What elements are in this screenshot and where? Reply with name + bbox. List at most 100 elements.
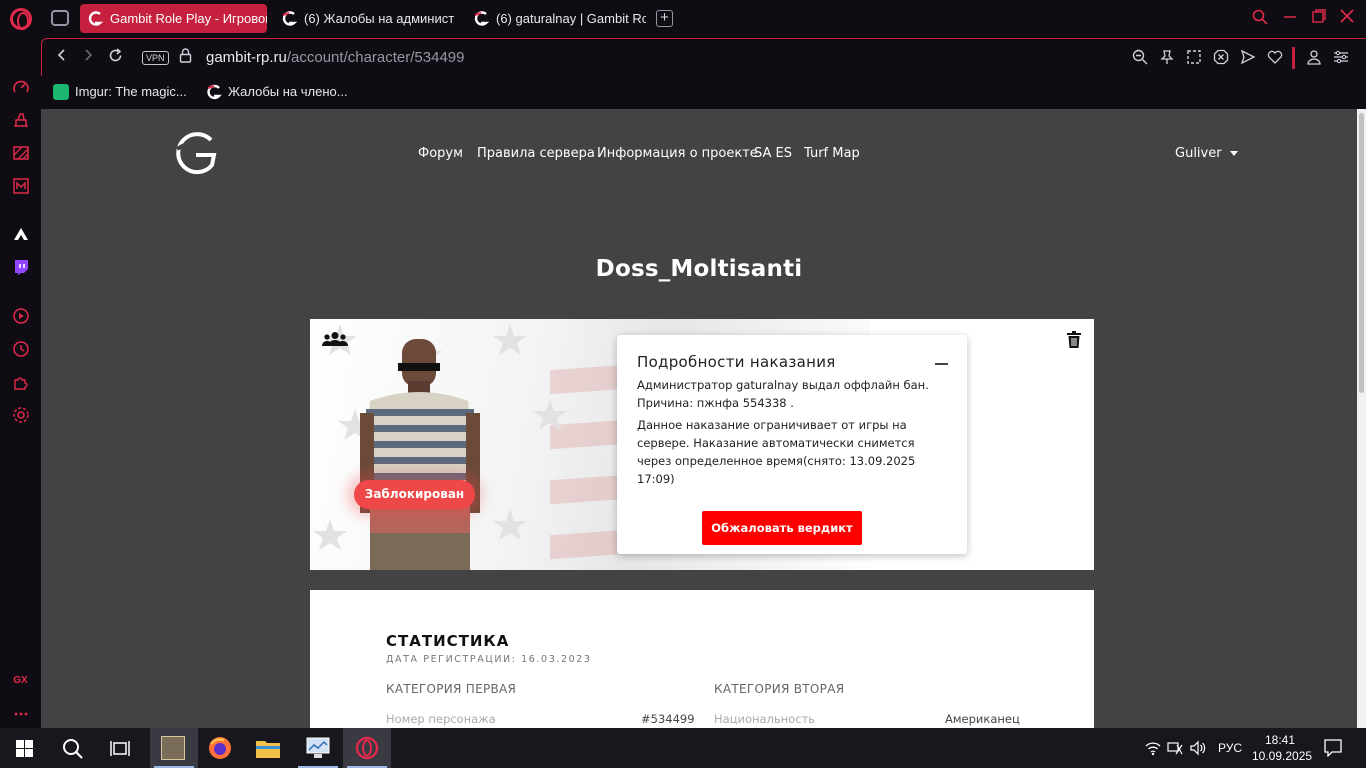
bookmark-label: Жалобы на члено... — [228, 84, 348, 99]
bookmarks-bar: Imgur: The magic... Жалобы на члено... — [41, 76, 1366, 109]
nav-server-rules[interactable]: Правила сервера — [477, 146, 595, 162]
file-explorer-icon[interactable] — [244, 728, 292, 768]
bookmark-label: Imgur: The magic... — [75, 84, 187, 99]
character-name: Doss_Moltisanti — [595, 256, 803, 282]
gambit-favicon-icon — [282, 11, 297, 26]
registration-date: ДАТА РЕГИСТРАЦИИ: 16.03.2023 — [386, 654, 592, 665]
forward-arrow-icon[interactable] — [78, 48, 98, 68]
adblock-icon[interactable] — [1212, 49, 1230, 67]
samp-game-icon[interactable] — [150, 728, 198, 768]
player-icon[interactable] — [11, 307, 30, 326]
character-card: Заблокирован Подробности наказания Админ… — [310, 319, 1094, 570]
page-content: Форум Правила сервера Информация о проек… — [41, 109, 1357, 728]
search-tabs-icon[interactable] — [1251, 9, 1269, 27]
devices-icon[interactable] — [1167, 740, 1183, 761]
category-first-heading: КАТЕГОРИЯ ПЕРВАЯ — [386, 682, 517, 696]
network-icon[interactable] — [1145, 740, 1161, 761]
imgur-icon — [53, 84, 69, 100]
gambit-favicon-icon — [88, 11, 103, 26]
group-users-icon — [322, 331, 348, 352]
statistics-card: СТАТИСТИКА ДАТА РЕГИСТРАЦИИ: 16.03.2023 … — [310, 590, 1094, 728]
user-menu[interactable]: Guliver — [1175, 146, 1238, 161]
status-badge: Заблокирован — [354, 480, 475, 509]
firefox-icon[interactable] — [196, 728, 244, 768]
tab-title: (6) Жалобы на админист — [304, 11, 454, 26]
tab-gambit-role-play[interactable]: Gambit Role Play - Игровой — [80, 4, 267, 33]
settings-gear-icon[interactable] — [11, 406, 30, 425]
trash-icon[interactable] — [1067, 331, 1081, 353]
close-window-button[interactable] — [1338, 9, 1356, 27]
opera-gx-taskbar-icon[interactable] — [343, 728, 391, 768]
gambit-favicon-icon — [474, 11, 489, 26]
username: Guliver — [1175, 146, 1222, 161]
gx-control-icon[interactable] — [11, 144, 30, 163]
send-icon[interactable] — [1239, 49, 1257, 67]
stats-title: СТАТИСТИКА — [386, 632, 510, 650]
system-clock[interactable]: 18:41 10.09.2025 — [1252, 732, 1313, 764]
punishment-admin-line: Администратор gaturalnay выдал оффлайн б… — [637, 378, 929, 392]
stat-value: #534499 — [641, 712, 695, 726]
notifications-icon[interactable] — [1324, 739, 1342, 762]
messenger-m-icon[interactable] — [11, 177, 30, 196]
input-language[interactable]: РУС — [1218, 740, 1242, 756]
reload-icon[interactable] — [105, 48, 125, 68]
nav-forum[interactable]: Форум — [418, 146, 463, 162]
search-icon[interactable] — [48, 728, 96, 768]
opera-menu-icon[interactable] — [10, 8, 32, 30]
minimize-button[interactable] — [1281, 9, 1299, 27]
easy-setup-icon[interactable] — [1332, 49, 1350, 67]
pin-icon[interactable] — [1158, 49, 1176, 67]
aria-ai-icon[interactable] — [11, 225, 30, 244]
more-dots-icon[interactable] — [11, 704, 30, 723]
twitch-icon[interactable] — [11, 258, 30, 277]
toolbar-divider — [1292, 47, 1295, 69]
gx-corner-icon[interactable] — [11, 111, 30, 130]
gambit-logo-icon[interactable] — [172, 131, 218, 175]
stat-key: Номер персонажа — [386, 712, 496, 726]
new-tab-button[interactable]: + — [656, 10, 673, 27]
category-second-heading: КАТЕГОРИЯ ВТОРАЯ — [714, 682, 845, 696]
task-view-icon[interactable] — [96, 728, 144, 768]
opera-sidebar: GX — [0, 38, 41, 728]
vpn-badge[interactable]: VPN — [142, 51, 169, 65]
bookmark-complaints[interactable]: Жалобы на члено... — [206, 82, 348, 102]
windows-start-icon[interactable] — [0, 728, 48, 768]
page-scrollbar[interactable] — [1357, 109, 1366, 728]
url-field[interactable]: gambit-rp.ru/account/character/534499 — [206, 49, 464, 67]
back-arrow-icon[interactable] — [52, 48, 72, 68]
punishment-details-panel: Подробности наказания Администратор gatu… — [617, 335, 967, 554]
stat-value: Американец — [945, 712, 1020, 726]
tab-complaints[interactable]: (6) Жалобы на админист — [274, 4, 454, 33]
url-path: /account/character/534499 — [286, 49, 465, 66]
scrollbar-thumb[interactable] — [1359, 113, 1364, 393]
workspaces-icon[interactable] — [51, 10, 69, 26]
heart-icon[interactable] — [1266, 49, 1284, 67]
restore-button[interactable] — [1310, 9, 1328, 27]
clock-date: 10.09.2025 — [1252, 749, 1313, 763]
character-skin-image — [360, 339, 480, 570]
monitor-app-icon[interactable] — [294, 728, 342, 768]
nav-sa-es[interactable]: SA ES — [754, 146, 792, 162]
collapse-minus-icon[interactable] — [935, 363, 948, 365]
nav-turf-map[interactable]: Turf Map — [804, 146, 860, 162]
windows-taskbar: РУС 18:41 10.09.2025 — [0, 728, 1366, 768]
lock-icon[interactable] — [175, 48, 195, 68]
punishment-reason: Причина: пжнфа 554338 . — [637, 396, 794, 410]
clock-time: 18:41 — [1264, 733, 1296, 747]
punishment-title: Подробности наказания — [637, 353, 836, 371]
profile-icon[interactable] — [1305, 49, 1323, 67]
volume-icon[interactable] — [1190, 740, 1206, 761]
zoom-out-icon[interactable] — [1131, 49, 1149, 67]
bookmark-imgur[interactable]: Imgur: The magic... — [53, 82, 187, 102]
history-icon[interactable] — [11, 340, 30, 359]
tab-gaturalnay[interactable]: (6) gaturalnay | Gambit Ro — [466, 4, 646, 33]
stat-key: Национальность — [714, 712, 816, 726]
gambit-favicon-icon — [207, 84, 222, 100]
snapshot-icon[interactable] — [1185, 49, 1203, 67]
appeal-verdict-button[interactable]: Обжаловать вердикт — [702, 511, 862, 545]
nav-project-info[interactable]: Информация о проекте — [597, 146, 758, 162]
extensions-icon[interactable] — [11, 373, 30, 392]
punishment-description: Данное наказание ограничивает от игры на… — [637, 418, 916, 486]
speed-dial-icon[interactable] — [11, 78, 30, 97]
address-bar: VPN gambit-rp.ru/account/character/53449… — [41, 38, 1366, 76]
